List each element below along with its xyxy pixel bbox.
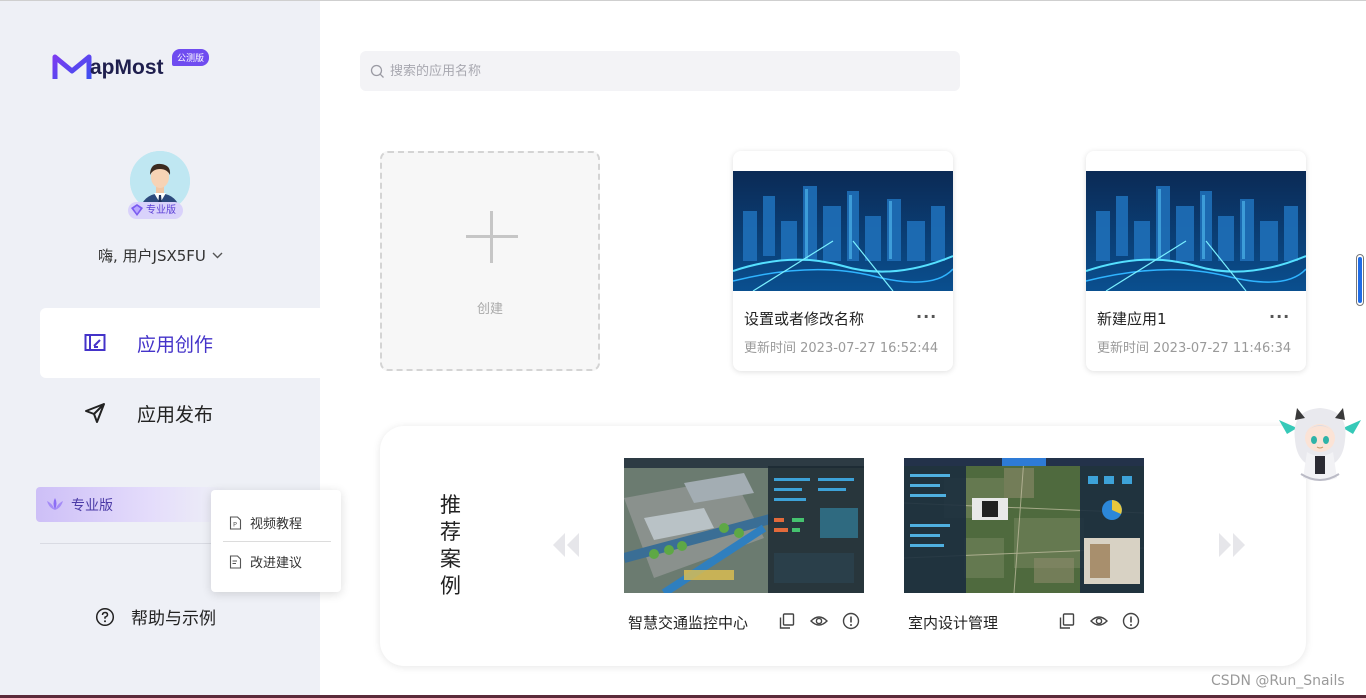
send-icon [85, 403, 105, 423]
copy-icon[interactable] [1058, 612, 1076, 630]
chevron-down-icon [212, 252, 223, 259]
case-actions [1058, 612, 1140, 630]
nav-item-app-publish[interactable]: 应用发布 [40, 378, 320, 448]
page-scrollbar[interactable] [1356, 254, 1364, 306]
copy-icon[interactable] [778, 612, 796, 630]
logo-m-icon [52, 54, 92, 79]
info-icon[interactable] [842, 612, 860, 630]
case-thumbnail[interactable] [624, 458, 864, 593]
search-bar [360, 51, 960, 91]
edit-document-icon [229, 554, 242, 569]
case-actions [778, 612, 860, 630]
recommended-title: 推荐案例 [440, 493, 461, 598]
logo-text: apMost [90, 56, 164, 79]
edit-board-icon [84, 334, 106, 351]
recommended-cases-panel: 推荐案例 智慧交通监控中心 室内设计管理 [380, 426, 1306, 666]
question-circle-icon [95, 607, 115, 626]
help-label: 帮助与示例 [131, 609, 216, 629]
menu-item-label: 视频教程 [250, 517, 303, 532]
pro-version-banner[interactable]: 专业版 [36, 487, 226, 522]
app-thumbnail [733, 171, 953, 291]
menu-item-feedback[interactable]: 改进建议 [229, 552, 302, 571]
menu-item-video-tutorial[interactable]: P 视频教程 [229, 513, 302, 532]
document-icon: P [229, 515, 242, 530]
info-icon[interactable] [1122, 612, 1140, 630]
create-app-card[interactable]: 创建 [380, 151, 600, 371]
app-thumbnail [1086, 171, 1306, 291]
search-input[interactable] [390, 63, 930, 79]
app-card[interactable]: 设置或者修改名称 ··· 更新时间 2023-07-27 16:52:44 [733, 151, 953, 371]
nav-label-app-create: 应用创作 [137, 334, 214, 356]
carousel-next-icon[interactable] [1217, 532, 1247, 558]
svg-text:P: P [233, 520, 237, 528]
case-thumbnail[interactable] [904, 458, 1144, 593]
app-name: 设置或者修改名称 [744, 310, 865, 328]
greeting-text: 嗨, 用户JSX5FU [98, 247, 206, 265]
avatar[interactable]: 专业版 [128, 151, 190, 219]
popup-divider [223, 541, 331, 542]
plus-icon [466, 211, 518, 263]
diamond-icon [131, 204, 143, 216]
case-name: 室内设计管理 [908, 614, 999, 632]
case-name: 智慧交通监控中心 [628, 614, 749, 632]
help-popup-menu: P 视频教程 改进建议 [211, 490, 341, 592]
lotus-icon [47, 498, 63, 510]
mapmost-logo[interactable]: apMost 公测版 [52, 49, 210, 83]
pro-version-label: 专业版 [71, 498, 113, 514]
carousel-prev-icon[interactable] [551, 532, 581, 558]
eye-icon[interactable] [1090, 612, 1108, 630]
nav-item-app-create[interactable]: 应用创作 [40, 308, 320, 378]
watermark: CSDN @Run_Snails [1211, 673, 1345, 689]
app-name: 新建应用1 [1097, 310, 1167, 328]
user-tier-badge: 专业版 [128, 202, 183, 219]
eye-icon[interactable] [810, 612, 828, 630]
menu-item-label: 改进建议 [250, 556, 303, 571]
user-menu-trigger[interactable]: 嗨, 用户JSX5FU [98, 245, 223, 266]
beta-badge: 公测版 [172, 49, 210, 66]
help-and-examples[interactable]: 帮助与示例 [95, 604, 216, 629]
scrollbar-thumb[interactable] [1358, 257, 1362, 303]
search-icon [370, 64, 384, 78]
more-options-icon[interactable]: ··· [916, 307, 937, 326]
app-updated-time: 更新时间 2023-07-27 16:52:44 [744, 341, 939, 356]
nav-label-app-publish: 应用发布 [137, 404, 214, 426]
app-card[interactable]: 新建应用1 ··· 更新时间 2023-07-27 11:46:34 [1086, 151, 1306, 371]
app-updated-time: 更新时间 2023-07-27 11:46:34 [1097, 341, 1292, 356]
create-label: 创建 [476, 302, 503, 317]
mascot-assistant-icon[interactable] [1277, 400, 1363, 484]
more-options-icon[interactable]: ··· [1269, 307, 1290, 326]
user-tier-label: 专业版 [146, 205, 176, 216]
